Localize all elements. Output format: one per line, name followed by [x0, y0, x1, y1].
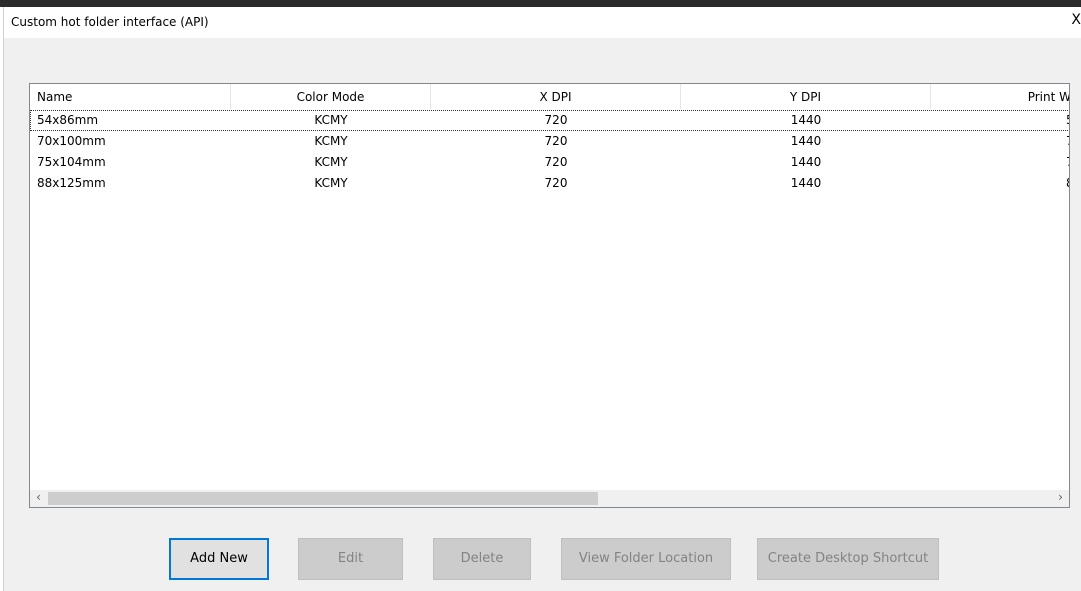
table-row[interactable]: 54x86mm KCMY 720 1440 5 — [30, 110, 1069, 131]
column-header-x-dpi[interactable]: X DPI — [431, 84, 681, 109]
delete-button[interactable]: Delete — [433, 538, 531, 580]
table-row[interactable]: 75x104mm KCMY 720 1440 7 — [30, 152, 1069, 173]
column-header-y-dpi[interactable]: Y DPI — [681, 84, 931, 109]
cell-x-dpi: 720 — [544, 113, 568, 127]
create-desktop-shortcut-button[interactable]: Create Desktop Shortcut — [757, 538, 939, 580]
cell-print-width: 7 — [1066, 131, 1069, 152]
edit-button[interactable]: Edit — [298, 538, 403, 580]
cell-name: 54x86mm — [37, 113, 99, 127]
column-header-color-mode[interactable]: Color Mode — [231, 84, 431, 109]
cell-color-mode: KCMY — [314, 134, 348, 148]
cell-print-width: 8 — [1066, 173, 1069, 194]
cell-x-dpi: 720 — [544, 155, 568, 169]
cell-name: 88x125mm — [37, 176, 106, 190]
scroll-right-icon[interactable]: › — [1052, 490, 1069, 507]
cell-y-dpi: 1440 — [790, 113, 822, 127]
window-top-edge — [0, 0, 1081, 7]
list-header: Name Color Mode X DPI Y DPI Print W — [30, 84, 1069, 109]
horizontal-scrollbar[interactable]: ‹ › — [30, 490, 1069, 507]
column-header-print-width[interactable]: Print W — [931, 84, 1069, 109]
column-header-name[interactable]: Name — [30, 84, 231, 109]
cell-print-width: 5 — [1066, 110, 1069, 131]
cell-color-mode: KCMY — [314, 113, 348, 127]
scroll-left-icon[interactable]: ‹ — [30, 490, 47, 507]
cell-name: 75x104mm — [37, 155, 106, 169]
view-folder-location-button[interactable]: View Folder Location — [561, 538, 731, 580]
cell-color-mode: KCMY — [314, 155, 348, 169]
cell-y-dpi: 1440 — [790, 176, 822, 190]
window-title: Custom hot folder interface (API) — [11, 15, 209, 29]
scrollbar-thumb[interactable] — [48, 492, 598, 505]
background-window-edge — [0, 7, 4, 591]
close-icon[interactable]: X — [1071, 12, 1081, 28]
table-row[interactable]: 70x100mm KCMY 720 1440 7 — [30, 131, 1069, 152]
title-bar: Custom hot folder interface (API) X — [4, 7, 1081, 38]
add-new-button[interactable]: Add New — [169, 538, 269, 580]
cell-y-dpi: 1440 — [790, 134, 822, 148]
cell-print-width: 7 — [1066, 152, 1069, 173]
cell-color-mode: KCMY — [314, 176, 348, 190]
cell-x-dpi: 720 — [544, 176, 568, 190]
cell-name: 70x100mm — [37, 134, 106, 148]
table-row[interactable]: 88x125mm KCMY 720 1440 8 — [30, 173, 1069, 194]
cell-y-dpi: 1440 — [790, 155, 822, 169]
hot-folder-list[interactable]: Name Color Mode X DPI Y DPI Print W 54x8… — [29, 83, 1070, 508]
cell-x-dpi: 720 — [544, 134, 568, 148]
